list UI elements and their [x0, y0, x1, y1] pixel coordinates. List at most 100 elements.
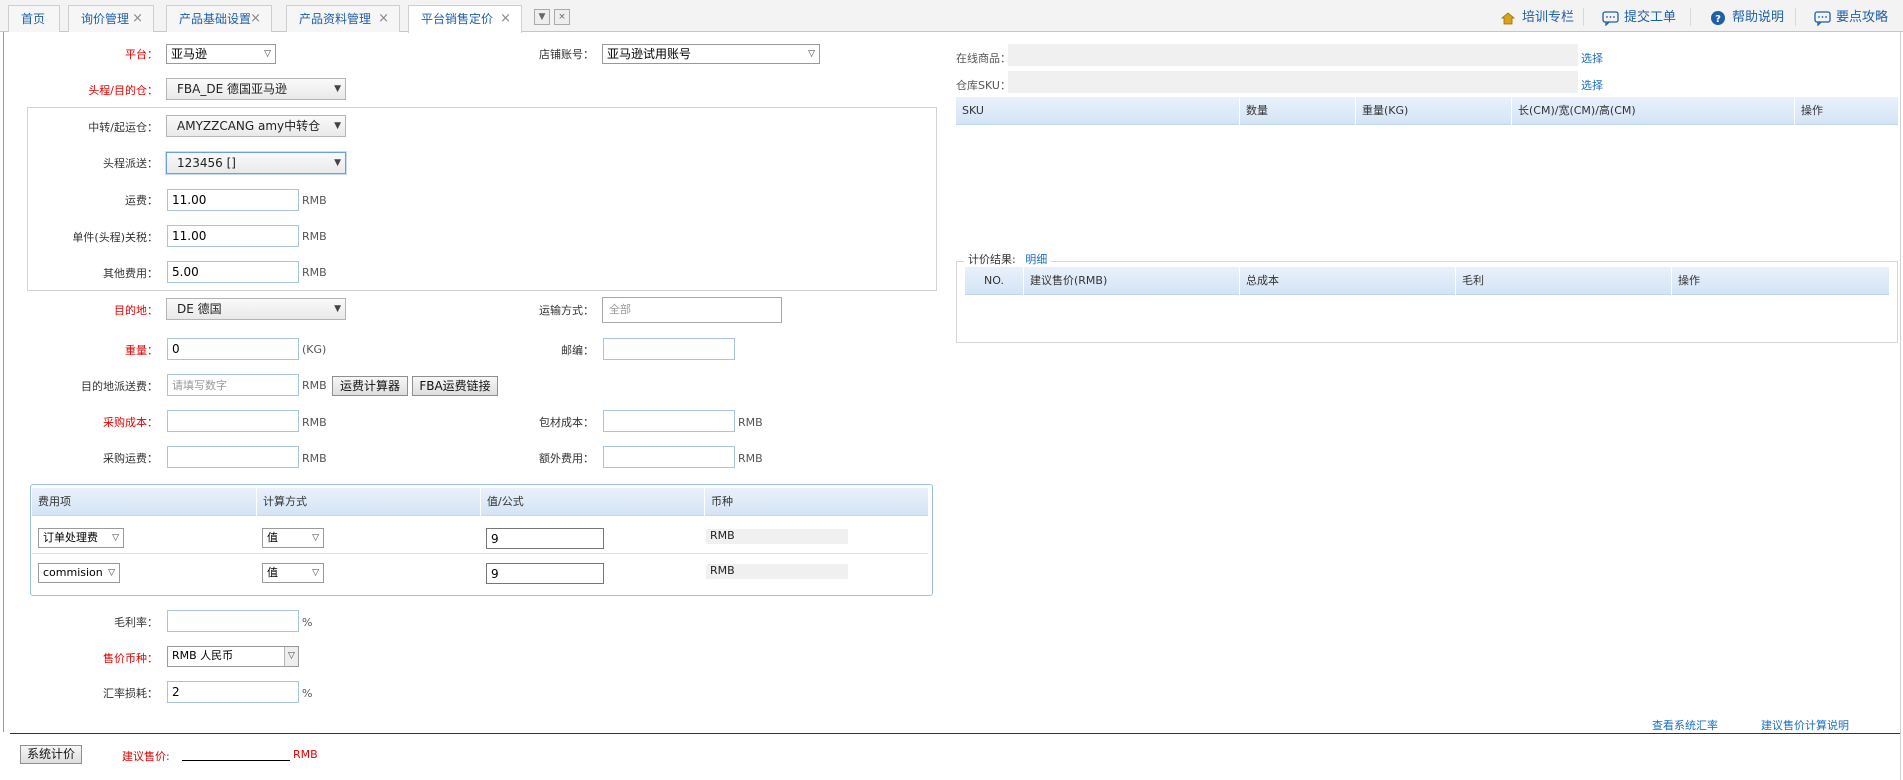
page-border: [1900, 32, 1901, 780]
close-icon[interactable]: ×: [250, 6, 261, 32]
divider: [1583, 8, 1584, 26]
chevron-down-icon: ▼: [334, 304, 341, 314]
store-label: 店铺账号：: [539, 48, 594, 61]
submit-ticket-link[interactable]: 提交工单: [1602, 8, 1692, 28]
fee-header-value: 值/公式: [480, 488, 704, 516]
divider: [1690, 8, 1691, 26]
transit-warehouse-label: 中转/起运仓：: [88, 121, 158, 134]
svg-text:?: ?: [1715, 14, 1721, 25]
fee-header-item: 费用项: [38, 495, 71, 508]
result-header-total-cost: 总成本: [1239, 267, 1455, 295]
freight-calculator-button[interactable]: 运费计算器: [332, 376, 408, 396]
tab-inquiry[interactable]: 询价管理 ×: [68, 5, 154, 32]
close-icon[interactable]: ×: [500, 6, 511, 32]
purchase-freight-input[interactable]: [167, 446, 299, 468]
result-header-price: 建议售价(RMB): [1023, 267, 1239, 295]
chat-icon: [1602, 11, 1619, 26]
extra-fee-label: 额外费用：: [539, 452, 594, 465]
chevron-down-icon: ▼: [334, 84, 341, 94]
warehouse-sku-field[interactable]: [1008, 71, 1578, 93]
fee-value-input[interactable]: [486, 563, 604, 584]
fee-item-select[interactable]: commision ▽: [38, 563, 120, 583]
online-product-label: 在线商品：: [956, 52, 1011, 65]
fee-header-method: 计算方式: [256, 488, 480, 516]
online-product-field[interactable]: [1008, 44, 1578, 66]
freight-unit: RMB: [302, 194, 327, 207]
fee-currency: RMB: [710, 564, 735, 577]
packing-cost-input[interactable]: [603, 410, 735, 432]
freight-input[interactable]: [167, 189, 299, 211]
duty-unit: RMB: [302, 230, 327, 243]
extra-fee-input[interactable]: [603, 446, 735, 468]
fee-header-currency: 币种: [704, 488, 928, 516]
pricing-detail-link[interactable]: 明细: [1025, 253, 1047, 266]
training-link[interactable]: 培训专栏: [1500, 8, 1590, 28]
platform-select[interactable]: 亚马逊 ▽: [166, 44, 276, 64]
weight-unit: (KG): [302, 343, 327, 356]
tab-label: 产品资料管理: [299, 12, 372, 26]
tab-product-basic[interactable]: 产品基础设置 ×: [166, 5, 272, 32]
transit-warehouse-select[interactable]: AMYZZCANG amy中转仓 ▼: [166, 115, 346, 137]
tips-label: 要点攻略: [1836, 10, 1889, 25]
fee-method-value: 值: [267, 566, 278, 579]
tab-list-dropdown-icon[interactable]: ▼: [534, 9, 550, 25]
page-border: [3, 32, 4, 732]
gross-margin-unit: %: [302, 616, 313, 629]
close-icon[interactable]: ×: [132, 6, 143, 32]
destination-select[interactable]: DE 德国 ▼: [166, 298, 346, 320]
system-pricing-button[interactable]: 系统计价: [20, 745, 82, 764]
dest-delivery-fee-input[interactable]: [167, 374, 299, 396]
first-leg-group: [27, 107, 937, 291]
fee-value-input[interactable]: [486, 528, 604, 549]
shipping-method-value: 全部: [609, 303, 631, 316]
fee-method-select[interactable]: 值 ▽: [262, 528, 324, 548]
close-all-tabs-icon[interactable]: ×: [554, 9, 570, 25]
other-fee-unit: RMB: [302, 266, 327, 279]
first-delivery-select[interactable]: 123456 [] ▼: [166, 152, 346, 174]
view-exchange-rate-link[interactable]: 查看系统汇率: [1652, 717, 1718, 733]
packing-cost-unit: RMB: [738, 416, 763, 429]
other-fee-input[interactable]: [167, 261, 299, 283]
weight-input[interactable]: [167, 338, 299, 360]
training-label: 培训专栏: [1522, 10, 1575, 25]
pricing-result-label: 计价结果:: [968, 253, 1016, 266]
duty-input[interactable]: [167, 225, 299, 247]
chevron-down-icon: ▼: [334, 158, 341, 168]
ticket-label: 提交工单: [1624, 10, 1677, 25]
select-warehouse-sku-link[interactable]: 选择: [1581, 77, 1603, 93]
sale-currency-select[interactable]: RMB 人民币 ▽: [167, 646, 299, 667]
shipping-method-select[interactable]: 全部: [602, 297, 782, 323]
tab-home[interactable]: 首页: [8, 5, 60, 32]
first-delivery-value: 123456 []: [177, 156, 236, 170]
freight-label: 运费：: [125, 194, 158, 207]
tab-bar: 首页 询价管理 × 产品基础设置 × 产品资料管理 × 平台销售定价 × ▼ × 培训专…: [0, 0, 1903, 33]
shipping-method-label: 运输方式：: [539, 304, 594, 317]
tab-platform-pricing[interactable]: 平台销售定价 ×: [408, 5, 522, 33]
suggest-price-unit: RMB: [293, 748, 318, 761]
store-value: 亚马逊试用账号: [607, 47, 692, 61]
gross-margin-input[interactable]: [167, 610, 299, 632]
fx-loss-unit: %: [302, 687, 313, 700]
tab-label: 产品基础设置: [179, 12, 252, 26]
chevron-down-icon: ▽: [808, 49, 815, 59]
select-online-product-link[interactable]: 选择: [1581, 50, 1603, 66]
warehouse-sku-label: 仓库SKU：: [956, 79, 1011, 92]
first-delivery-label: 头程派送：: [103, 157, 158, 170]
fee-method-select[interactable]: 值 ▽: [262, 563, 324, 583]
store-select[interactable]: 亚马逊试用账号 ▽: [602, 44, 820, 64]
price-calculation-help-link[interactable]: 建议售价计算说明: [1761, 717, 1849, 733]
tips-link[interactable]: 要点攻略: [1814, 8, 1903, 28]
home-icon: [1500, 12, 1516, 25]
tab-label: 首页: [21, 12, 46, 26]
tab-product-info[interactable]: 产品资料管理 ×: [286, 5, 400, 32]
fba-freight-link-button[interactable]: FBA运费链接: [412, 376, 498, 396]
purchase-cost-input[interactable]: [167, 410, 299, 432]
sale-currency-label: 售价币种：: [103, 652, 158, 665]
sku-header-action: 操作: [1794, 97, 1898, 125]
postcode-input[interactable]: [603, 338, 735, 360]
fx-loss-input[interactable]: [167, 681, 299, 703]
close-icon[interactable]: ×: [378, 6, 389, 32]
first-warehouse-select[interactable]: FBA_DE 德国亚马逊 ▼: [166, 78, 346, 100]
fee-item-select[interactable]: 订单处理费 ▽: [38, 528, 124, 548]
help-link[interactable]: ? 帮助说明: [1710, 8, 1800, 28]
